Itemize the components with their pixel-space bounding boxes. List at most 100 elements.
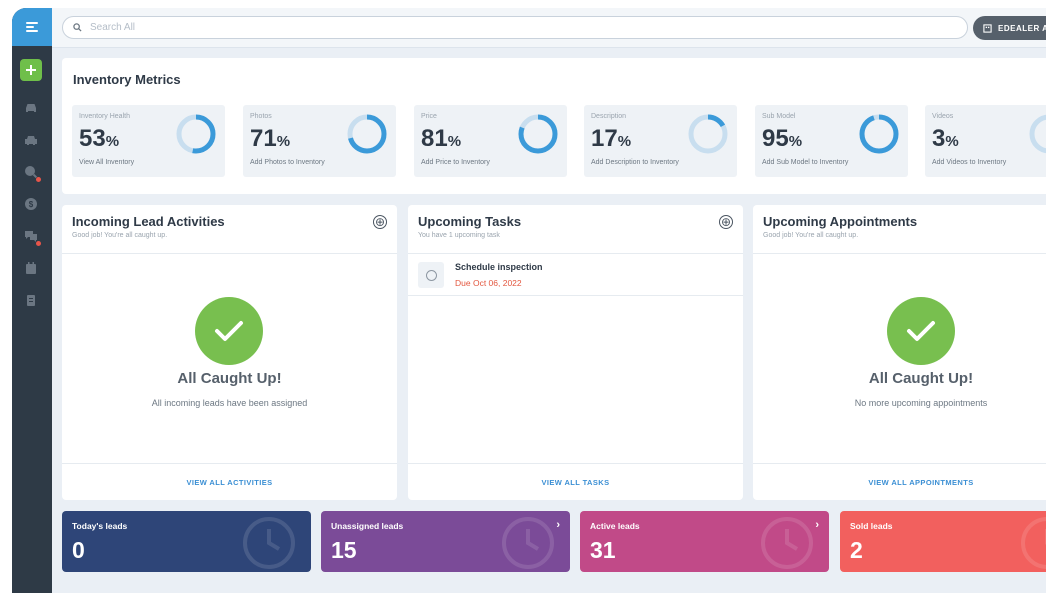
lead-tile-label: Unassigned leads [331, 521, 404, 531]
metric-value: 81% [421, 125, 462, 152]
circle-icon [425, 269, 437, 281]
add-button[interactable] [20, 59, 42, 81]
add-activity-button[interactable]: ⊕ [373, 215, 387, 229]
metric-value: 17% [591, 125, 632, 152]
search-bar[interactable] [62, 16, 968, 39]
view-all-activities-link[interactable]: VIEW ALL ACTIVITIES [62, 463, 397, 500]
sidebar-item-search-leads[interactable] [23, 164, 41, 182]
lead-tile[interactable]: Today's leads 0 [62, 511, 311, 572]
metric-link-sub-model[interactable]: Add Sub Model to Inventory [762, 159, 848, 166]
main-content: EDEALER AU Inventory Metrics Inventory H… [52, 8, 1046, 593]
car-front-icon [25, 136, 37, 145]
dollar-icon: $ [25, 198, 37, 210]
metric-card[interactable]: Videos 3% Add Videos to Inventory [925, 105, 1046, 177]
dealer-button-label: EDEALER AU [998, 23, 1046, 33]
calendar-icon [26, 262, 36, 274]
lead-tile[interactable]: Sold leads 2 [840, 511, 1046, 572]
chevron-right-icon: › [815, 519, 819, 531]
lead-tile-label: Sold leads [850, 521, 893, 531]
metric-card[interactable]: Photos 71% Add Photos to Inventory [243, 105, 396, 177]
metric-value: 71% [250, 125, 291, 152]
tile-watermark-icon [1021, 517, 1046, 569]
view-all-tasks-link[interactable]: VIEW ALL TASKS [408, 463, 743, 500]
metric-link-inventory-health[interactable]: View All Inventory [79, 159, 134, 166]
upcoming-appointments-panel: Upcoming Appointments Good job! You're a… [753, 205, 1046, 500]
metric-link-videos[interactable]: Add Videos to Inventory [932, 159, 1006, 166]
clipboard-icon [27, 295, 35, 306]
plus-circle-icon: ⊕ [720, 214, 732, 229]
lead-tile-label: Active leads [590, 521, 640, 531]
sidebar-item-messages[interactable] [23, 228, 41, 246]
top-bar: EDEALER AU [52, 8, 1046, 48]
svg-text:$: $ [29, 200, 34, 209]
metric-label: Videos [932, 113, 954, 120]
tile-watermark-icon [243, 517, 295, 569]
metric-link-description[interactable]: Add Description to Inventory [591, 159, 679, 166]
lead-activities-panel: Incoming Lead Activities Good job! You'r… [62, 205, 397, 500]
progress-ring [859, 114, 899, 154]
panel-title: Incoming Lead Activities [72, 214, 225, 229]
metric-card[interactable]: Price 81% Add Price to Inventory [414, 105, 567, 177]
metric-card[interactable]: Description 17% Add Description to Invento… [584, 105, 737, 177]
metric-label: Inventory Health [79, 113, 130, 120]
metric-value: 3% [932, 125, 959, 152]
sidebar-item-finance[interactable]: $ [23, 196, 39, 212]
lead-tile[interactable]: Active leads 31 › [580, 511, 829, 572]
empty-title: All Caught Up! [868, 370, 974, 387]
lead-tile-count: 15 [331, 537, 357, 563]
building-icon [983, 23, 992, 33]
progress-ring [176, 114, 216, 154]
add-task-button[interactable]: ⊕ [719, 215, 733, 229]
lead-tile-count: 2 [850, 537, 863, 563]
tile-watermark-icon [761, 517, 813, 569]
metric-link-price[interactable]: Add Price to Inventory [421, 159, 490, 166]
sidebar: $ [12, 8, 52, 593]
plus-icon [26, 65, 36, 75]
empty-title: All Caught Up! [177, 370, 282, 387]
sidebar-item-inventory[interactable] [23, 100, 39, 116]
progress-ring [688, 114, 728, 154]
task-due-date: Due Oct 06, 2022 [455, 278, 522, 288]
car-icon [26, 104, 36, 112]
lead-tile-count: 31 [590, 537, 616, 563]
notification-badge [36, 241, 41, 246]
panel-subtitle: Good job! You're all caught up. [72, 232, 168, 239]
progress-ring [518, 114, 558, 154]
panel-subtitle: Good job! You're all caught up. [763, 232, 859, 239]
divider [62, 253, 397, 254]
task-checkbox[interactable] [418, 262, 444, 288]
task-item[interactable]: Schedule inspection Due Oct 06, 2022 [408, 254, 743, 296]
empty-description: All incoming leads have been assigned [151, 398, 308, 408]
sidebar-item-reports[interactable] [23, 292, 39, 308]
empty-description: No more upcoming appointments [854, 398, 988, 408]
lead-tile-label: Today's leads [72, 521, 128, 531]
metric-card[interactable]: Inventory Health 53% View All Inventory [72, 105, 225, 177]
metric-value: 53% [79, 125, 120, 152]
dealer-button[interactable]: EDEALER AU [973, 16, 1046, 40]
menu-logo-icon [26, 22, 38, 32]
notification-badge [36, 177, 41, 182]
panel-title: Upcoming Appointments [763, 214, 918, 229]
metric-value: 95% [762, 125, 803, 152]
plus-circle-icon: ⊕ [374, 214, 386, 229]
tile-watermark-icon [502, 517, 554, 569]
upcoming-tasks-panel: Upcoming Tasks You have 1 upcoming task … [408, 205, 743, 500]
search-icon [73, 23, 82, 32]
metric-label: Photos [250, 113, 272, 120]
progress-ring [1029, 114, 1046, 154]
task-name: Schedule inspection [455, 262, 543, 272]
metric-label: Sub Model [762, 113, 796, 120]
view-all-appointments-link[interactable]: VIEW ALL APPOINTMENTS [753, 463, 1046, 500]
metric-label: Price [421, 113, 437, 120]
sidebar-item-vehicles[interactable] [23, 132, 39, 148]
lead-tile-count: 0 [72, 537, 85, 563]
metric-label: Description [591, 113, 627, 120]
search-input[interactable] [90, 22, 890, 33]
lead-tile[interactable]: Unassigned leads 15 › [321, 511, 570, 572]
metric-card[interactable]: Sub Model 95% Add Sub Model to Inventory [755, 105, 908, 177]
metric-link-photos[interactable]: Add Photos to Inventory [250, 159, 325, 166]
divider [753, 253, 1046, 254]
inventory-metrics: Inventory Metrics Inventory Health 53% Vie… [62, 58, 1046, 194]
sidebar-item-calendar[interactable] [23, 260, 39, 276]
app-logo[interactable] [12, 8, 52, 46]
